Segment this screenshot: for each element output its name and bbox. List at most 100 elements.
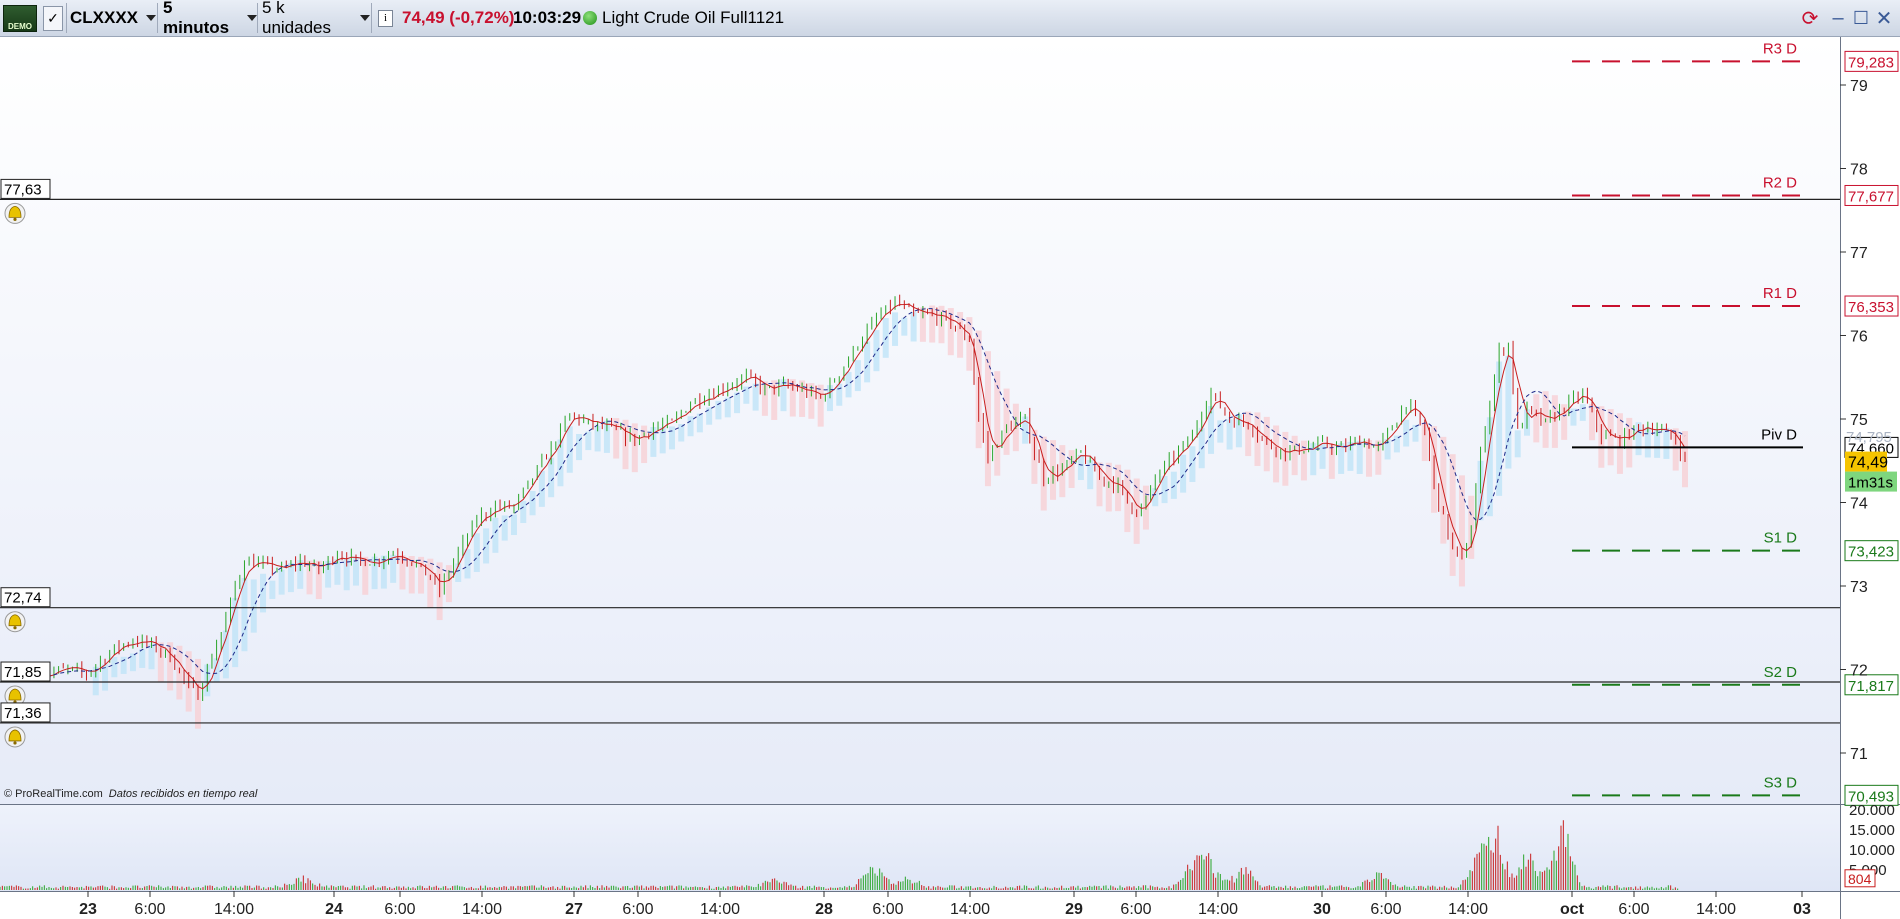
- alert-label: 72,74: [4, 590, 42, 607]
- toolbar: DEMO ✓ CLXXXX 5 minutos 5 k unidades i 7…: [0, 0, 1900, 37]
- ichimoku-cloud-segment: [1338, 443, 1345, 474]
- ichimoku-cloud-segment: [148, 644, 155, 670]
- pivot-value: 73,423: [1848, 544, 1894, 561]
- maximize-icon[interactable]: ☐: [1850, 6, 1872, 30]
- ichimoku-cloud-segment: [873, 330, 880, 372]
- demo-badge-label: DEMO: [8, 22, 32, 31]
- ichimoku-cloud-segment: [250, 579, 257, 633]
- alert-label: 71,85: [4, 664, 42, 681]
- pivot-label: S1 D: [1764, 530, 1798, 547]
- copyright-text: © ProRealTime.com Datos recibidos en tiem…: [4, 788, 258, 800]
- ichimoku-cloud-segment: [901, 317, 908, 336]
- time-axis-label: 6:00: [1370, 901, 1401, 918]
- ichimoku-cloud-segment: [483, 528, 490, 564]
- ichimoku-cloud-segment: [1003, 388, 1010, 455]
- bell-icon-clapper: [13, 626, 17, 630]
- ichimoku-cloud-segment: [1077, 454, 1084, 481]
- ichimoku-cloud-segment: [1180, 454, 1187, 493]
- chevron-down-icon: [360, 15, 370, 21]
- volume-axis-label: 10.000: [1849, 842, 1895, 859]
- timeframe-selector[interactable]: 5 minutos: [163, 0, 257, 37]
- pivot-label: R1 D: [1763, 285, 1797, 302]
- units-label: 5 k unidades: [262, 0, 332, 37]
- timeframe-label: 5 minutos: [163, 0, 230, 37]
- partial-price-label: 74,795: [1846, 429, 1892, 446]
- ichimoku-cloud-segment: [510, 514, 517, 536]
- time-axis-label: 6:00: [622, 901, 653, 918]
- ichimoku-cloud-segment: [1170, 471, 1177, 499]
- ichimoku-cloud-segment: [260, 573, 267, 613]
- refresh-icon[interactable]: ⟳: [1799, 6, 1821, 30]
- time-axis-label: 14:00: [1198, 901, 1238, 918]
- ichimoku-cloud-segment: [1226, 419, 1233, 450]
- bell-icon[interactable]: [4, 726, 26, 748]
- units-selector[interactable]: 5 k unidades: [262, 0, 370, 37]
- ichimoku-cloud-segment: [473, 533, 480, 572]
- last-price: 74,49: [402, 8, 445, 27]
- ichimoku-cloud-segment: [910, 312, 917, 342]
- ichimoku-cloud-segment: [278, 569, 285, 595]
- ichimoku-cloud-segment: [845, 371, 852, 398]
- time-axis-label: 14:00: [1448, 901, 1488, 918]
- close-icon[interactable]: ✕: [1873, 6, 1895, 30]
- time-axis-label: 6:00: [134, 901, 165, 918]
- info-icon[interactable]: i: [378, 10, 393, 27]
- ichimoku-cloud-segment: [817, 384, 824, 427]
- bell-icon[interactable]: [4, 202, 26, 224]
- ichimoku-cloud-segment: [1087, 460, 1094, 490]
- countdown-label: 1m31s: [1848, 475, 1893, 492]
- ichimoku-cloud-segment: [836, 383, 843, 406]
- ichimoku-cloud-segment: [1245, 411, 1252, 457]
- time-axis-label: 27: [565, 901, 583, 918]
- ichimoku-cloud-segment: [678, 424, 685, 442]
- pivot-value: 76,353: [1848, 299, 1894, 316]
- ichimoku-cloud-segment: [241, 577, 248, 652]
- price-axis-label: 79: [1850, 78, 1868, 95]
- ichimoku-cloud-segment: [464, 549, 471, 579]
- ichimoku-cloud-segment: [613, 418, 620, 459]
- time-axis-label: 14:00: [700, 901, 740, 918]
- checklist-icon[interactable]: ✓: [43, 6, 63, 31]
- volume-axis-label: 20.000: [1849, 802, 1895, 819]
- time-axis-label: 6:00: [384, 901, 415, 918]
- alert-label: 77,63: [4, 181, 42, 198]
- ichimoku-cloud-segment: [1663, 427, 1670, 459]
- pivot-label: R3 D: [1763, 40, 1797, 57]
- ichimoku-cloud-segment: [1393, 435, 1400, 453]
- pivot-value: 79,283: [1848, 54, 1894, 71]
- price-axis-label: 77: [1850, 245, 1868, 262]
- pivot-label: S2 D: [1764, 664, 1798, 681]
- time-axis-label: 29: [1065, 901, 1083, 918]
- time-axis-label: 23: [79, 901, 97, 918]
- ichimoku-cloud-segment: [529, 491, 536, 516]
- minimize-icon[interactable]: –: [1827, 6, 1849, 30]
- ichimoku-cloud-segment: [520, 500, 527, 524]
- time-axis-label: 03: [1793, 901, 1811, 918]
- current-price-label: 74,49: [1848, 455, 1888, 472]
- ichimoku-cloud-segment: [1570, 408, 1577, 426]
- chart-area[interactable]: R3 D R2 D R1 D Piv D S1 D S2 D S3 D 77,63 72,74…: [0, 37, 1900, 919]
- pivot-label: Piv D: [1761, 426, 1797, 443]
- time-axis-label: 6:00: [1618, 901, 1649, 918]
- bell-icon[interactable]: [4, 611, 26, 633]
- price-axis-label: 71: [1850, 746, 1868, 763]
- time-axis-label: 14:00: [462, 901, 502, 918]
- instrument-name: Light Crude Oil Full1121: [602, 8, 785, 27]
- ichimoku-cloud-segment: [966, 317, 973, 371]
- ichimoku-cloud-segment: [1217, 420, 1224, 443]
- pivot-value: 77,677: [1848, 188, 1894, 205]
- price-chart[interactable]: R3 D R2 D R1 D Piv D S1 D S2 D S3 D 77,63 72,74…: [0, 37, 1900, 919]
- ichimoku-cloud-segment: [427, 558, 434, 608]
- instrument-label: CLXXXX: [70, 8, 139, 27]
- time-axis-label: 6:00: [872, 901, 903, 918]
- ichimoku-cloud-segment: [706, 407, 713, 425]
- bell-icon-clapper: [13, 741, 17, 745]
- instrument-selector[interactable]: CLXXXX: [70, 3, 158, 33]
- ichimoku-cloud-segment: [1412, 424, 1419, 442]
- ichimoku-cloud-segment: [984, 351, 991, 487]
- alert-label: 71,36: [4, 705, 42, 722]
- time-axis-label: 14:00: [1696, 901, 1736, 918]
- ichimoku-cloud-segment: [1514, 430, 1521, 458]
- time-axis-label: 14:00: [950, 901, 990, 918]
- ichimoku-cloud-segment: [120, 656, 127, 674]
